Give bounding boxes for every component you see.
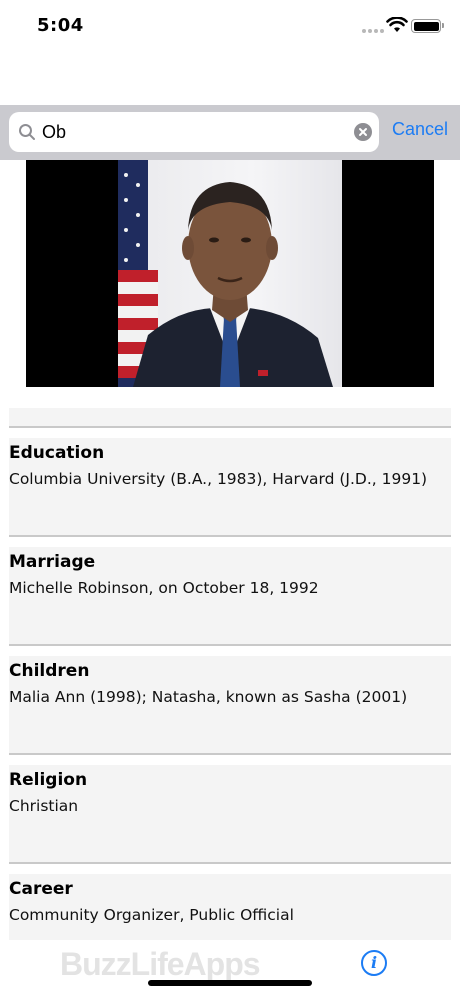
watermark-logo: BuzzLifeApps: [60, 946, 261, 982]
detail-title: Education: [9, 443, 105, 463]
status-bar: 5:04: [0, 0, 460, 56]
row-gap: [9, 864, 451, 874]
battery-icon: [411, 19, 444, 33]
portrait-illustration: [118, 160, 333, 387]
status-time: 5:04: [37, 15, 84, 36]
row-gap: [9, 537, 451, 547]
detail-value: Christian: [9, 797, 79, 815]
detail-row-religion: Religion Christian: [9, 765, 451, 862]
list-top-strip: [9, 408, 451, 426]
cancel-button[interactable]: Cancel: [392, 119, 448, 140]
row-gap: [9, 428, 451, 438]
detail-title: Children: [9, 661, 90, 681]
detail-title: Marriage: [9, 552, 96, 572]
detail-value: Columbia University (B.A., 1983), Harvar…: [9, 470, 428, 488]
detail-value: Malia Ann (1998); Natasha, known as Sash…: [9, 688, 408, 706]
portrait-photo: [26, 160, 434, 387]
detail-value: Michelle Robinson, on October 18, 1992: [9, 579, 319, 597]
detail-value: Community Organizer, Public Official: [9, 906, 294, 924]
photo-background: [118, 160, 342, 387]
details-list: Education Columbia University (B.A., 198…: [9, 408, 451, 995]
wifi-icon: [386, 17, 408, 32]
cellular-dots-icon: [362, 29, 384, 35]
detail-row-children: Children Malia Ann (1998); Natasha, know…: [9, 656, 451, 753]
row-gap: [9, 755, 451, 765]
info-icon[interactable]: i: [361, 950, 387, 976]
search-input[interactable]: [42, 118, 342, 146]
detail-row-education: Education Columbia University (B.A., 198…: [9, 438, 451, 535]
detail-title: Career: [9, 879, 73, 899]
bottom-bar: BuzzLifeApps i: [0, 940, 460, 996]
search-bar: Cancel: [0, 105, 460, 160]
clear-icon[interactable]: [354, 123, 372, 141]
detail-title: Religion: [9, 770, 88, 790]
search-field[interactable]: [9, 112, 379, 152]
row-gap: [9, 646, 451, 656]
detail-row-marriage: Marriage Michelle Robinson, on October 1…: [9, 547, 451, 644]
home-indicator: [148, 980, 312, 986]
search-icon: [19, 124, 35, 140]
